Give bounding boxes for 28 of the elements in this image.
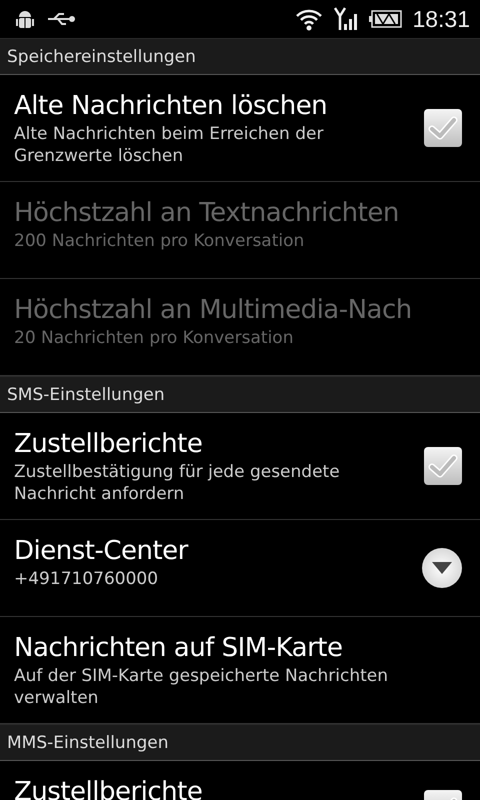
setting-summary: Auf der SIM-Karte gespeicherte Nachrichten verwalten bbox=[14, 665, 389, 709]
setting-summary: Alte Nachrichten beim Erreichen der Grenzwerte löschen bbox=[14, 123, 324, 167]
check-icon bbox=[428, 454, 458, 478]
check-icon bbox=[428, 116, 458, 140]
clock-time: 18:31 bbox=[412, 6, 470, 32]
section-header: MMS-Einstellungen bbox=[0, 724, 480, 761]
wifi-icon bbox=[294, 7, 324, 31]
checkbox[interactable] bbox=[424, 447, 462, 485]
setting-title: Höchstzahl an Multimedia-Nach bbox=[14, 294, 413, 327]
setting-title[interactable]: Alte Nachrichten löschen bbox=[14, 89, 424, 123]
setting-title: Höchstzahl an Textnachrichten bbox=[14, 197, 400, 230]
android-icon bbox=[14, 8, 36, 30]
section-header: SMS-Einstellungen bbox=[0, 376, 480, 413]
usb-icon bbox=[46, 11, 76, 27]
setting-title[interactable]: Dienst-Center bbox=[14, 534, 422, 568]
caret-icon bbox=[432, 562, 452, 574]
setting-summary: 20 Nachrichten pro Konversation bbox=[14, 327, 294, 349]
setting-summary: 200 Nachrichten pro Konversation bbox=[14, 230, 306, 252]
section-header: Speichereinstellungen bbox=[0, 38, 480, 75]
setting-title[interactable]: Zustellberichte bbox=[14, 775, 424, 800]
checkbox[interactable] bbox=[424, 109, 462, 147]
setting-title[interactable]: Zustellberichte bbox=[14, 427, 424, 461]
setting-summary: Zustellbestätigung für jede gesendete Nachricht anfordern bbox=[14, 461, 341, 505]
setting-summary: +491710760000 bbox=[14, 568, 160, 590]
dropdown-button[interactable] bbox=[422, 548, 462, 588]
signal-icon bbox=[334, 6, 358, 32]
battery-icon bbox=[368, 10, 402, 28]
setting-title[interactable]: Nachrichten auf SIM-Karte bbox=[14, 631, 466, 665]
